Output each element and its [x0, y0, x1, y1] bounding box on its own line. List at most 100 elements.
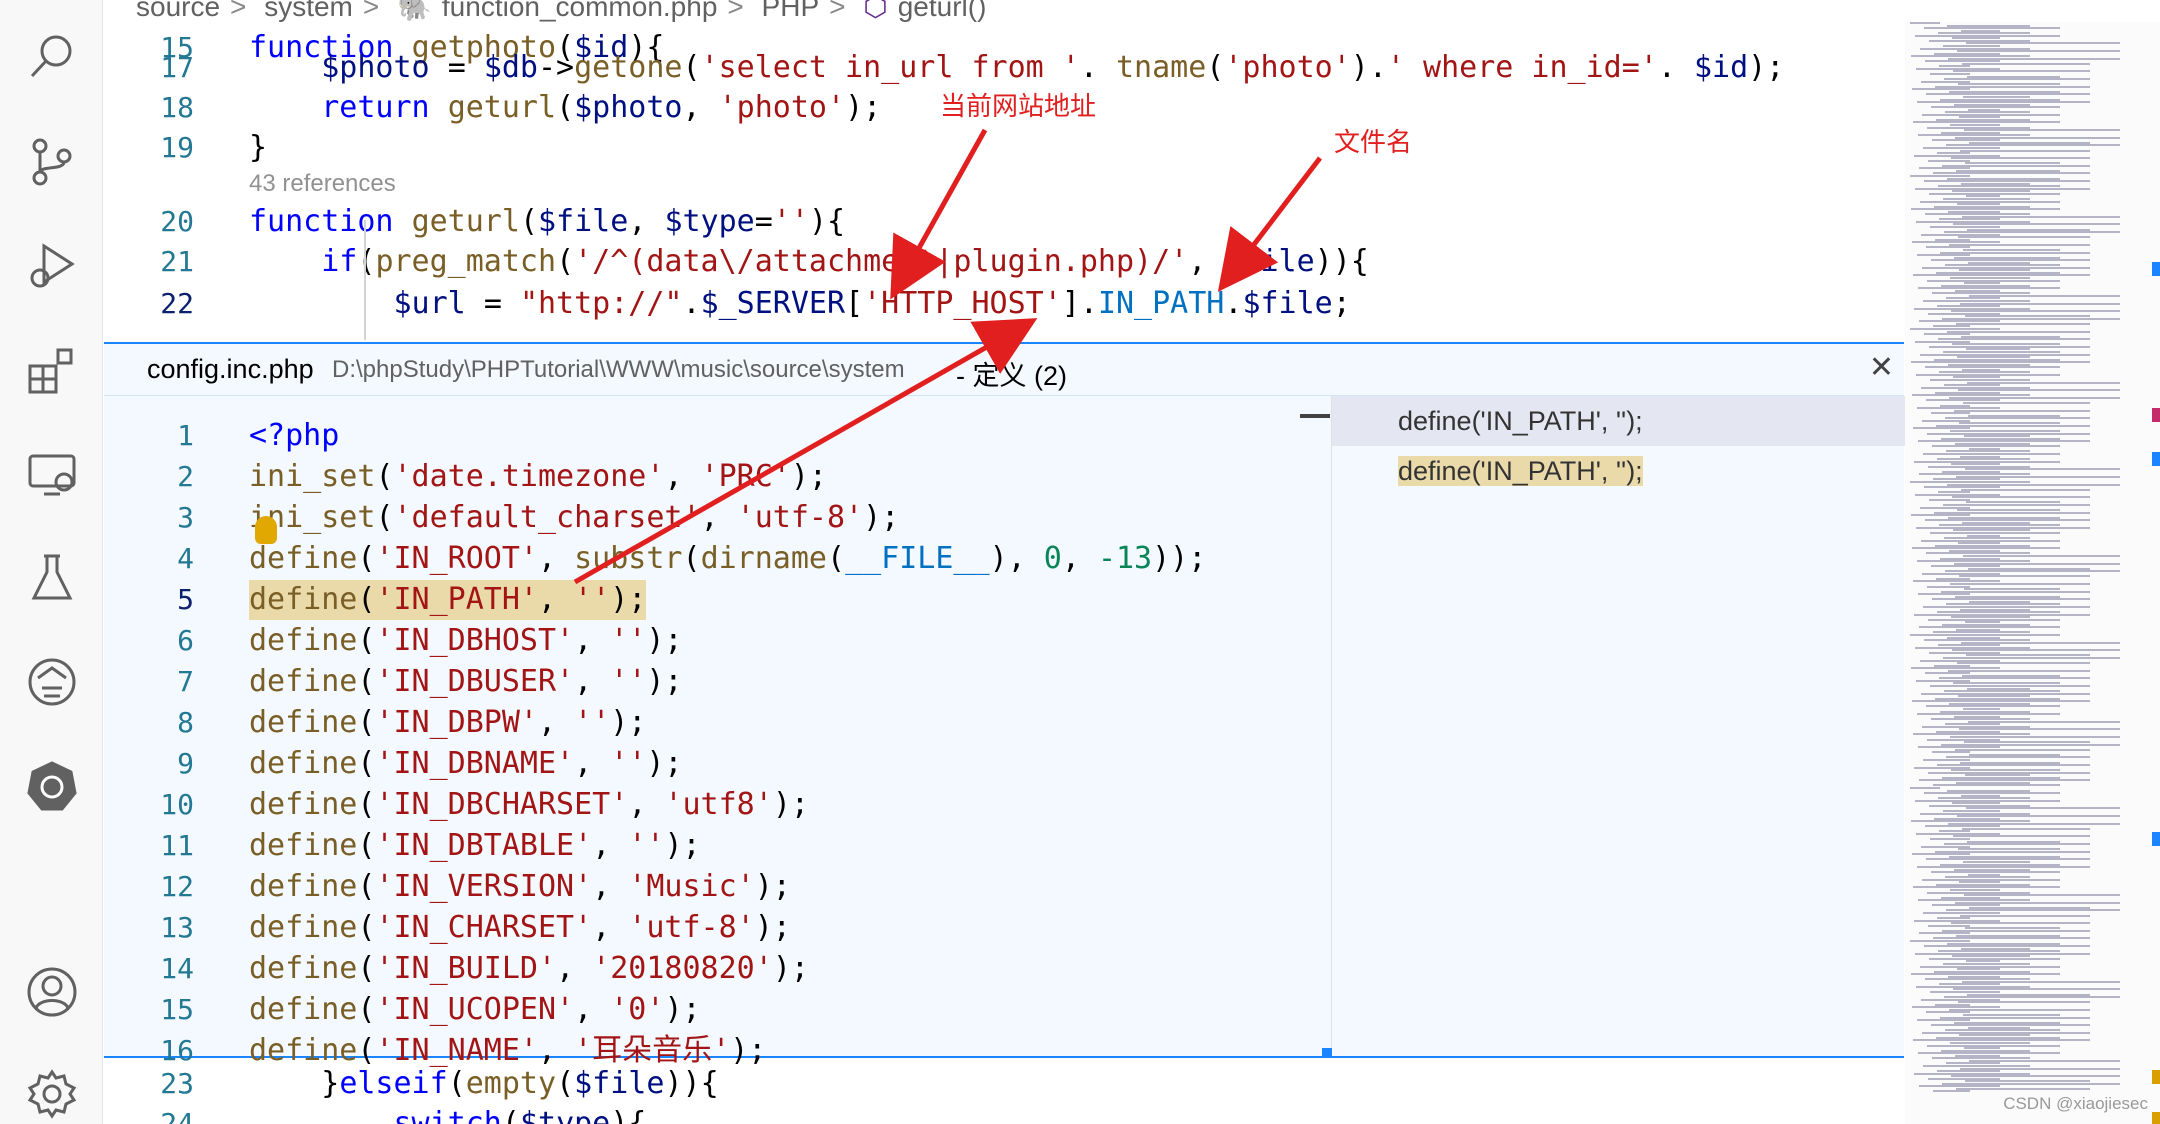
code-text: define('IN_ROOT', substr(dirname(__FILE_…: [249, 539, 1206, 579]
code-line[interactable]: 7 define('IN_DBUSER', '');: [104, 662, 1304, 702]
code-token: (: [1206, 50, 1225, 85]
minimap-line: [1953, 70, 2090, 73]
code-token: ,: [556, 951, 593, 986]
minimap-line: [1928, 159, 1970, 162]
code-line[interactable]: 20 function geturl($file, $type=''){: [104, 202, 1304, 242]
code-token: define: [249, 664, 358, 699]
code-token: (: [556, 1066, 575, 1101]
code-token: <?php: [249, 418, 340, 453]
peek-code-view[interactable]: 1 <?php 2 ini_set('date.timezone', 'PRC'); 3…: [104, 396, 1331, 1068]
code-line[interactable]: 22 $url = "http://".$_SERVER['HTTP_HOST'…: [104, 284, 1351, 324]
remote-explorer-icon[interactable]: [24, 446, 80, 502]
code-token: __FILE__: [845, 541, 990, 576]
code-line[interactable]: 11 define('IN_DBTABLE', '');: [104, 826, 1304, 866]
line-number: 12: [160, 870, 194, 903]
code-token: ));: [1152, 541, 1207, 576]
lightbulb-icon[interactable]: [255, 516, 277, 544]
peek-file-path: D:\phpStudy\PHPTutorial\WWW\music\source…: [332, 356, 905, 383]
code-token: tname: [1115, 50, 1207, 85]
minimap-line: [1960, 914, 2090, 917]
code-token: geturl: [411, 204, 520, 239]
line-number: 2: [177, 460, 194, 493]
minimap-line: [1933, 784, 2060, 787]
code-token: return: [249, 90, 448, 125]
code-line[interactable]: 1 <?php: [104, 416, 1304, 456]
code-token: define: [249, 746, 358, 781]
code-line[interactable]: 18 return geturl($photo, 'photo');: [104, 88, 1304, 128]
code-token: 'IN_NAME': [375, 1033, 538, 1068]
code-line[interactable]: 8 define('IN_DBPW', '');: [104, 703, 1304, 743]
code-token: ->: [538, 50, 575, 85]
references-codelens[interactable]: 43 references: [249, 170, 396, 198]
code-text: if(preg_match('/^(data\/attachment|plugi…: [249, 242, 1369, 282]
code-line[interactable]: 17 $photo = $db->getone('select in_url f…: [104, 48, 1784, 88]
code-line[interactable]: 2 ini_set('date.timezone', 'PRC');: [104, 457, 1304, 497]
minimap-line: [1955, 748, 2090, 751]
line-number: 5: [177, 583, 194, 616]
code-token: 'Music': [628, 869, 755, 904]
settings-gear-icon[interactable]: [24, 1066, 80, 1122]
code-line[interactable]: 21 if(preg_match('/^(data\/attachment|pl…: [104, 242, 1369, 282]
code-text: define('IN_CHARSET', 'utf-8');: [249, 908, 791, 948]
code-token: 'IN_DBTABLE': [375, 828, 593, 863]
code-token: =: [483, 286, 520, 321]
reference-item[interactable]: define('IN_PATH', '');: [1332, 446, 1905, 496]
code-line[interactable]: 24 switch($type){: [104, 1104, 1304, 1124]
code-line[interactable]: 4 define('IN_ROOT', substr(dirname(__FILE…: [104, 539, 1304, 579]
code-line[interactable]: 5 define('IN_PATH', '');: [104, 580, 1304, 620]
code-token: (: [357, 951, 376, 986]
minimap-line: [1952, 496, 2090, 499]
minimap-line: [1956, 1087, 2090, 1090]
code-token: define: [249, 828, 358, 863]
code-token: define: [249, 951, 358, 986]
code-token: '': [574, 705, 611, 740]
line-number: 6: [177, 624, 194, 657]
minimap-line: [1932, 751, 1970, 754]
code-token: $type: [664, 204, 755, 239]
reference-item[interactable]: define('IN_PATH', '');: [1332, 396, 1905, 446]
code-token: 'utf-8': [736, 500, 864, 535]
code-line[interactable]: 14 define('IN_BUILD', '20180820');: [104, 949, 1304, 989]
annotation-site-address: 当前网站地址: [940, 92, 1097, 122]
search-icon[interactable]: [24, 28, 80, 84]
code-text: define('IN_DBHOST', '');: [249, 621, 683, 661]
peek-file-name[interactable]: config.inc.php: [147, 354, 314, 385]
code-text: define('IN_NAME', '耳朵音乐');: [249, 1031, 766, 1071]
code-line[interactable]: 9 define('IN_DBNAME', '');: [104, 744, 1304, 784]
source-control-icon[interactable]: [24, 134, 80, 190]
code-line[interactable]: 6 define('IN_DBHOST', '');: [104, 621, 1304, 661]
minimap[interactable]: [1905, 22, 2160, 1124]
code-line[interactable]: 12 define('IN_VERSION', 'Music');: [104, 867, 1304, 907]
code-token: ,: [574, 664, 611, 699]
code-token: [: [845, 286, 864, 321]
code-token: );: [772, 787, 809, 822]
code-line[interactable]: 10 define('IN_DBCHARSET', 'utf8');: [104, 785, 1304, 825]
code-token: '耳朵音乐': [574, 1033, 731, 1068]
code-token: ;: [1332, 286, 1351, 321]
code-token: );: [610, 705, 647, 740]
code-token: '': [628, 828, 665, 863]
extensions-icon[interactable]: [24, 342, 80, 398]
testing-icon[interactable]: [24, 550, 80, 606]
code-token: 'date.timezone': [393, 459, 665, 494]
code-token: (: [827, 541, 846, 576]
code-token: .: [1224, 286, 1243, 321]
code-line[interactable]: 15 define('IN_UCOPEN', '0');: [104, 990, 1304, 1030]
code-line[interactable]: 19}: [104, 128, 1304, 168]
minimap-line: [1958, 1001, 2090, 1004]
close-icon[interactable]: ✕: [1869, 350, 1894, 385]
cloud-icon[interactable]: [24, 654, 80, 710]
collapse-icon[interactable]: [1300, 414, 1330, 418]
code-text: }: [249, 128, 267, 168]
code-line[interactable]: 3 ini_set('default_charset', 'utf-8');: [104, 498, 1304, 538]
kubernetes-icon[interactable]: [24, 758, 80, 814]
account-icon[interactable]: [24, 964, 80, 1020]
code-line[interactable]: 16 define('IN_NAME', '耳朵音乐');: [104, 1031, 1304, 1071]
code-token: (: [357, 746, 376, 781]
code-line[interactable]: 13 define('IN_CHARSET', 'utf-8');: [104, 908, 1304, 948]
minimap-marker: [2152, 1070, 2160, 1084]
run-debug-icon[interactable]: [24, 238, 80, 294]
code-text: function geturl($file, $type=''){: [249, 202, 845, 242]
code-token: );: [646, 746, 683, 781]
line-number: 7: [177, 665, 194, 698]
